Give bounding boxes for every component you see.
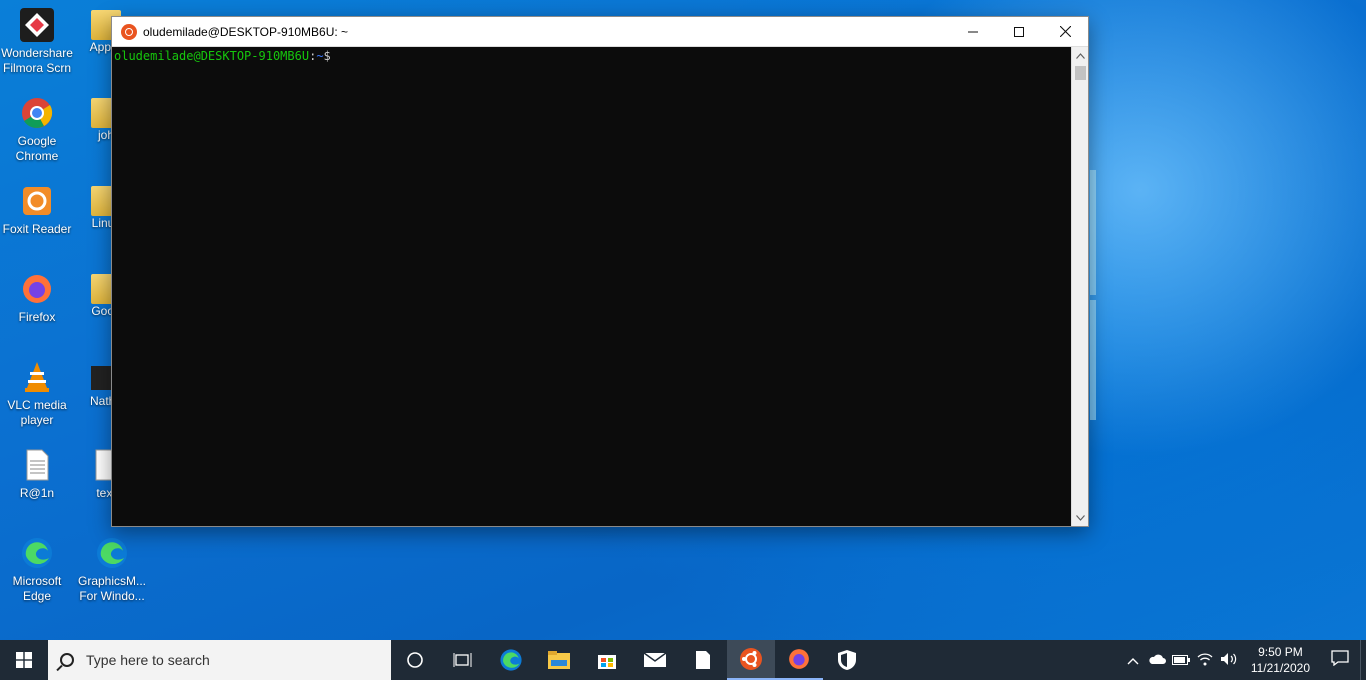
vertical-scrollbar[interactable] — [1071, 47, 1088, 526]
action-center-button[interactable] — [1320, 649, 1360, 671]
windows-icon — [16, 652, 32, 668]
edge-icon — [20, 536, 54, 570]
taskbar-search-box[interactable]: Type here to search — [48, 640, 391, 680]
taskbar-mail[interactable] — [631, 640, 679, 680]
firefox-icon — [789, 649, 809, 669]
search-placeholder: Type here to search — [86, 652, 210, 668]
prompt-user: oludemilade@DESKTOP-910MB6U — [114, 49, 310, 63]
terminal-window[interactable]: oludemilade@DESKTOP-910MB6U: ~ oludemila… — [111, 16, 1089, 527]
desktop-icon-label: Firefox — [18, 310, 56, 324]
taskbar-clock[interactable]: 9:50 PM 11/21/2020 — [1241, 644, 1320, 676]
taskbar-store[interactable] — [583, 640, 631, 680]
prompt-symbol: $ — [323, 49, 331, 63]
desktop-icon-chrome[interactable]: Google Chrome — [1, 96, 73, 164]
taskbar-security[interactable] — [823, 640, 871, 680]
desktop-icon-label: R@1n — [19, 486, 55, 500]
notification-icon — [1331, 649, 1349, 666]
edge-icon — [95, 536, 129, 570]
terminal-output[interactable]: oludemilade@DESKTOP-910MB6U:~$ — [112, 47, 1071, 526]
desktop-icon-label: Google Chrome — [15, 134, 59, 163]
taskbar-firefox[interactable] — [775, 640, 823, 680]
clock-time: 9:50 PM — [1258, 645, 1303, 659]
taskbar: Type here to search 9:50 PM 11/21/2020 — [0, 640, 1366, 680]
onedrive-icon[interactable] — [1145, 653, 1169, 668]
scroll-thumb[interactable] — [1075, 66, 1086, 80]
taskbar-notepad[interactable] — [679, 640, 727, 680]
desktop-icon-filmora[interactable]: Wondershare Filmora Scrn — [1, 8, 73, 76]
chrome-icon — [20, 96, 54, 130]
window-titlebar[interactable]: oludemilade@DESKTOP-910MB6U: ~ — [112, 17, 1088, 47]
mail-icon — [643, 652, 667, 667]
store-icon — [598, 655, 616, 669]
desktop-icon-firefox[interactable]: Firefox — [1, 272, 73, 325]
close-icon — [1059, 26, 1071, 37]
system-tray: 9:50 PM 11/21/2020 — [1121, 640, 1366, 680]
desktop-icon-label: Foxit Reader — [2, 222, 72, 236]
desktop-icon-r1n[interactable]: R@1n — [1, 448, 73, 501]
taskbar-ubuntu[interactable] — [727, 640, 775, 680]
desktop-icon-label: GraphicsM... For Windo... — [77, 574, 146, 603]
ubuntu-icon — [740, 648, 762, 670]
clock-date: 11/21/2020 — [1250, 661, 1310, 675]
taskbar-file-explorer[interactable] — [535, 640, 583, 680]
desktop-icon-label: Microsoft Edge — [12, 574, 62, 603]
search-icon — [60, 653, 74, 667]
task-view-icon — [453, 653, 472, 667]
desktop-icon-foxit[interactable]: Foxit Reader — [1, 184, 73, 237]
ubuntu-icon — [121, 23, 137, 40]
edge-icon — [500, 649, 522, 671]
battery-icon[interactable] — [1169, 653, 1193, 668]
scroll-up-icon[interactable] — [1072, 47, 1088, 64]
filmora-icon — [20, 8, 54, 42]
close-button[interactable] — [1042, 17, 1088, 47]
desktop-icon-graphicsm[interactable]: GraphicsM... For Windo... — [76, 536, 148, 604]
desktop-icon-vlc[interactable]: VLC media player — [1, 360, 73, 428]
scroll-down-icon[interactable] — [1072, 509, 1088, 526]
maximize-button[interactable] — [996, 17, 1042, 47]
window-title: oludemilade@DESKTOP-910MB6U: ~ — [143, 24, 349, 39]
text-file-icon — [20, 448, 54, 482]
cortana-icon — [407, 652, 423, 668]
minimize-button[interactable] — [950, 17, 996, 47]
show-desktop-button[interactable] — [1360, 640, 1366, 680]
shield-icon — [838, 650, 856, 670]
maximize-icon — [1014, 26, 1024, 37]
firefox-icon — [20, 272, 54, 306]
desktop-icon-label: Wondershare Filmora Scrn — [1, 46, 73, 75]
document-icon — [696, 651, 710, 669]
task-view-button[interactable] — [439, 640, 487, 680]
taskbar-edge[interactable] — [487, 640, 535, 680]
volume-icon[interactable] — [1217, 652, 1241, 669]
desktop-icon-label: VLC media player — [7, 398, 67, 427]
vlc-icon — [20, 360, 54, 394]
chevron-up-icon[interactable] — [1121, 653, 1145, 668]
prompt-path: ~ — [316, 49, 324, 63]
desktop-icon-edge[interactable]: Microsoft Edge — [1, 536, 73, 604]
foxit-reader-icon — [20, 184, 54, 218]
start-button[interactable] — [0, 640, 48, 680]
cortana-button[interactable] — [391, 640, 439, 680]
minimize-icon — [968, 31, 978, 32]
wallpaper-streak — [1090, 170, 1096, 295]
file-explorer-icon — [548, 651, 570, 669]
wifi-icon[interactable] — [1193, 652, 1217, 669]
wallpaper-streak — [1090, 300, 1096, 420]
